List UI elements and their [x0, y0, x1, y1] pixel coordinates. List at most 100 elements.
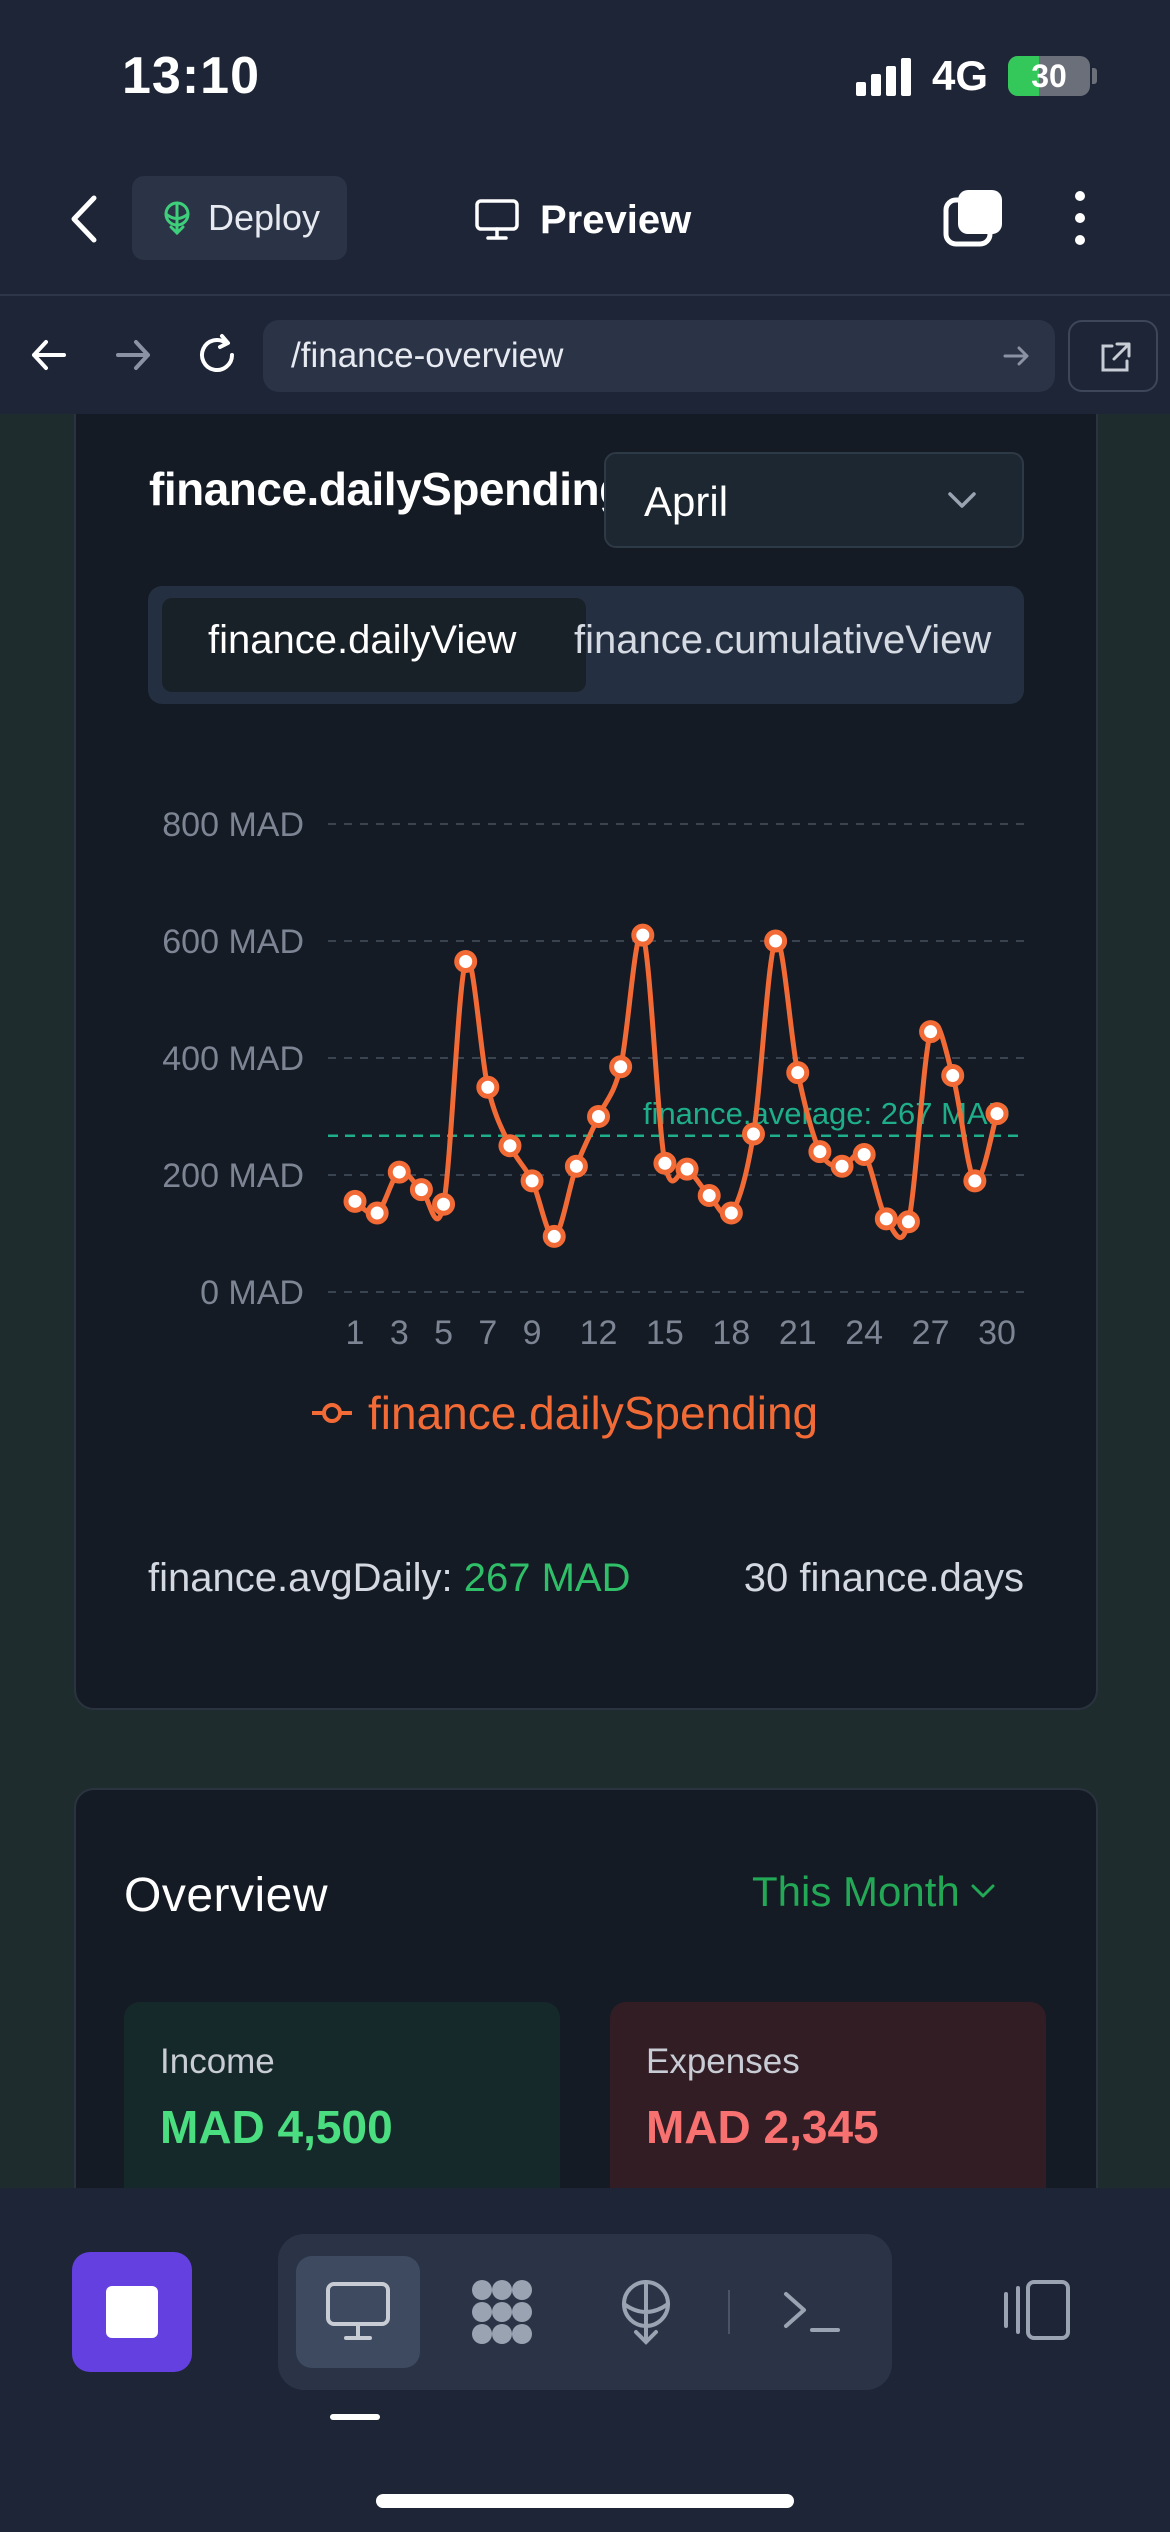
chart-axes: 0 MAD 200 MAD 400 MAD 600 MAD 800 MAD 1 3 5 7 9 12… — [162, 806, 1016, 1352]
x-tick-label: 9 — [523, 1314, 542, 1352]
deploy-icon — [164, 201, 190, 235]
preview-tool-button[interactable] — [296, 2256, 420, 2368]
income-box: Income MAD 4,500 — [124, 2002, 560, 2188]
browser-back-icon[interactable] — [24, 330, 74, 380]
browser-forward-icon[interactable] — [108, 330, 158, 380]
series-line — [353, 931, 1000, 1240]
income-value: MAD 4,500 — [160, 2101, 393, 2153]
data-point — [874, 1207, 898, 1231]
deploy-button[interactable]: Deploy — [132, 176, 347, 260]
data-point — [719, 1201, 743, 1225]
spending-series — [343, 923, 1009, 1248]
month-select[interactable]: April — [604, 452, 1024, 548]
reload-icon[interactable] — [192, 330, 242, 380]
x-tick-label: 30 — [978, 1314, 1016, 1352]
open-external-button[interactable] — [1068, 320, 1158, 392]
data-point — [609, 1055, 633, 1079]
income-label: Income — [160, 2042, 275, 2081]
daily-spending-card: finance.dailySpending April finance.dail… — [74, 414, 1098, 1710]
data-point — [941, 1064, 965, 1088]
home-indicator — [376, 2494, 794, 2508]
shell-tool-button[interactable] — [750, 2256, 874, 2368]
overview-title: Overview — [124, 1869, 329, 1922]
deploy-tool-button[interactable] — [584, 2256, 708, 2368]
y-tick-label: 800 MAD — [162, 806, 304, 844]
preview-title: Preview — [474, 190, 691, 250]
x-tick-label: 15 — [646, 1314, 684, 1352]
average-label: finance.average: 267 MAD — [643, 1096, 1010, 1131]
preview-label: Preview — [540, 197, 692, 242]
expenses-box: Expenses MAD 2,345 — [610, 2002, 1046, 2188]
daily-spending-chart: finance.average: 267 MAD 0 MAD 200 MAD 400… — [162, 806, 1024, 1352]
period-select[interactable]: This Month — [752, 1868, 996, 1916]
y-tick-label: 400 MAD — [162, 1040, 304, 1078]
x-tick-label: 7 — [478, 1314, 497, 1352]
url-text: /finance-overview — [291, 336, 564, 375]
y-tick-label: 200 MAD — [162, 1157, 304, 1195]
battery-nub — [1092, 68, 1097, 84]
avg-daily-value: 267 MAD — [463, 1556, 631, 1600]
x-tick-label: 12 — [580, 1314, 618, 1352]
browser-toolbar: /finance-overview — [0, 298, 1170, 414]
data-point — [564, 1154, 588, 1178]
days-count: 30 finance.days — [743, 1556, 1024, 1600]
tabs-icon[interactable] — [942, 186, 1006, 250]
external-link-icon — [1101, 342, 1131, 372]
stop-button[interactable] — [72, 2252, 192, 2372]
x-tick-label: 1 — [346, 1314, 365, 1352]
data-point — [764, 929, 788, 953]
network-type: 4G — [932, 52, 989, 99]
status-bar: 13:10 4G 30 — [0, 0, 1170, 150]
back-icon[interactable] — [60, 190, 110, 248]
app-header: Deploy Preview — [0, 150, 1170, 296]
battery-icon: 30 — [1008, 56, 1090, 96]
data-point — [542, 1224, 566, 1248]
more-icon[interactable] — [1062, 186, 1098, 250]
expenses-value: MAD 2,345 — [646, 2101, 879, 2153]
monitor-icon — [475, 199, 519, 240]
data-point — [631, 923, 655, 947]
x-tick-label: 21 — [779, 1314, 817, 1352]
legend-label: finance.dailySpending — [368, 1387, 819, 1439]
x-tick-label: 5 — [434, 1314, 453, 1352]
data-point — [830, 1154, 854, 1178]
view-toggle: finance.dailyView finance.cumulativeView — [148, 586, 1024, 704]
data-point — [697, 1183, 721, 1207]
bottom-toolbar — [0, 2188, 1170, 2532]
data-point — [919, 1020, 943, 1044]
tab-cumulative-view[interactable]: finance.cumulativeView — [574, 618, 991, 663]
x-tick-label: 24 — [845, 1314, 883, 1352]
data-point — [520, 1169, 544, 1193]
tool-group — [278, 2234, 892, 2390]
data-point — [786, 1061, 810, 1085]
data-point — [963, 1169, 987, 1193]
signal-icon — [856, 58, 912, 96]
data-point — [454, 949, 478, 973]
x-tick-label: 27 — [912, 1314, 950, 1352]
data-point — [587, 1105, 611, 1128]
x-tick-label: 18 — [712, 1314, 750, 1352]
stop-icon — [106, 2286, 158, 2338]
tab-daily-label[interactable]: finance.dailyView — [208, 618, 516, 663]
x-tick-label: 3 — [390, 1314, 409, 1352]
avg-daily-label: finance.avgDaily: — [148, 1556, 453, 1600]
panel-toggle-icon[interactable] — [1000, 2278, 1072, 2342]
data-point — [476, 1075, 500, 1099]
data-point — [741, 1122, 765, 1146]
data-point — [387, 1160, 411, 1184]
expenses-label: Expenses — [646, 2042, 800, 2081]
data-point — [675, 1157, 699, 1181]
workflow-tool-button[interactable] — [440, 2256, 564, 2368]
y-tick-label: 600 MAD — [162, 923, 304, 961]
url-field[interactable]: /finance-overview — [263, 320, 1055, 392]
data-point — [896, 1210, 920, 1234]
battery-level: 30 — [1031, 58, 1067, 94]
chart-legend[interactable]: finance.dailySpending — [310, 1386, 818, 1440]
active-tab-indicator — [330, 2414, 380, 2420]
nodes-icon — [472, 2280, 532, 2344]
data-point — [653, 1151, 677, 1175]
data-point — [343, 1189, 367, 1213]
data-point — [985, 1102, 1009, 1126]
go-arrow-icon[interactable] — [1001, 340, 1033, 372]
monitor-icon — [326, 2282, 390, 2340]
